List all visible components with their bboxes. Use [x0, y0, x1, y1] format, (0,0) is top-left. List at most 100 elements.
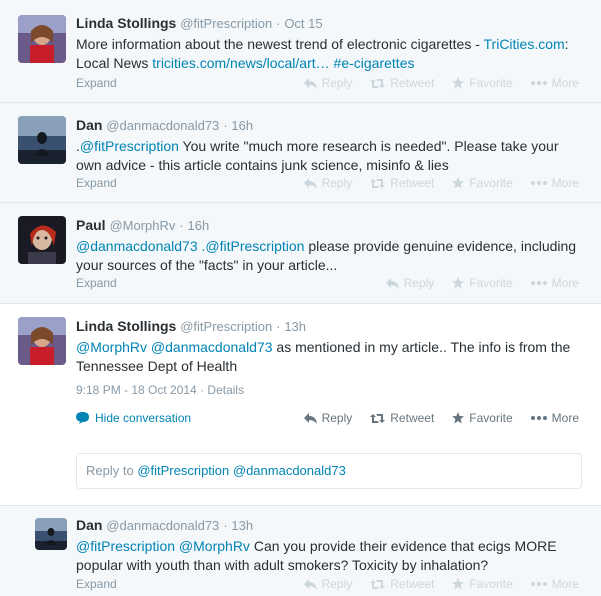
- tweet-header: Dan @danmacdonald73 · 16h: [76, 116, 587, 135]
- retweet-icon: [370, 579, 386, 589]
- more-label: More: [551, 276, 579, 290]
- reply-button[interactable]: Reply: [303, 176, 353, 190]
- fullname[interactable]: Paul: [76, 217, 106, 233]
- tweet-header: Paul @MorphRv · 16h: [76, 216, 587, 235]
- tweet-4-focused[interactable]: Linda Stollings @fitPrescription · 13h @…: [0, 304, 601, 506]
- reply-button[interactable]: Reply: [303, 577, 353, 591]
- more-dots-icon: [530, 281, 547, 285]
- reply-label: Reply: [403, 276, 435, 290]
- tweet-text: More information about the newest trend …: [76, 35, 587, 73]
- fullname[interactable]: Dan: [76, 517, 102, 533]
- tweet-2[interactable]: Dan @danmacdonald73 · 16h .@fitPrescript…: [0, 103, 601, 203]
- details-link[interactable]: Details: [207, 383, 244, 397]
- retweet-button[interactable]: Retweet: [370, 577, 434, 591]
- hide-conversation-link[interactable]: Hide conversation: [76, 411, 191, 425]
- expand-link[interactable]: Expand: [76, 176, 117, 190]
- retweet-button[interactable]: Retweet: [370, 76, 434, 90]
- mention-link[interactable]: @danmacdonald73: [147, 339, 273, 355]
- more-dots-icon: [530, 582, 547, 586]
- retweet-label: Retweet: [390, 176, 435, 190]
- retweet-label: Retweet: [390, 76, 435, 90]
- timestamp-link[interactable]: 16h: [231, 118, 253, 133]
- mention-link[interactable]: @MorphRv: [76, 339, 147, 355]
- mention-link[interactable]: @fitPrescription: [80, 138, 179, 154]
- screenname[interactable]: @danmacdonald73: [106, 118, 219, 133]
- screenname[interactable]: @danmacdonald73: [106, 518, 219, 533]
- tweet-3[interactable]: Paul @MorphRv · 16h @danmacdonald73 .@fi…: [0, 203, 601, 304]
- favorite-button[interactable]: Favorite: [452, 176, 513, 190]
- tweet-actions: Reply Favorite More: [385, 276, 579, 290]
- mention-link[interactable]: @fitPrescription: [76, 538, 175, 554]
- separator: ·: [276, 319, 281, 334]
- screenname[interactable]: @fitPrescription: [180, 16, 272, 31]
- more-button[interactable]: More: [530, 577, 579, 591]
- reply-button[interactable]: Reply: [303, 411, 353, 425]
- reply-input[interactable]: Reply to @fitPrescription @danmacdonald7…: [76, 453, 582, 489]
- mention-link[interactable]: @danmacdonald73: [76, 238, 198, 254]
- tweet-text: @danmacdonald73 .@fitPrescription please…: [76, 237, 587, 275]
- favorite-button[interactable]: Favorite: [452, 76, 513, 90]
- favorite-button[interactable]: Favorite: [452, 577, 513, 591]
- reply-button[interactable]: Reply: [385, 276, 435, 290]
- reply-label: Reply: [321, 411, 353, 425]
- screenname[interactable]: @MorphRv: [109, 218, 175, 233]
- more-button[interactable]: More: [530, 411, 579, 425]
- separator: ·: [223, 518, 228, 533]
- expand-link[interactable]: Expand: [76, 577, 117, 591]
- reply-label: Reply: [321, 76, 353, 90]
- tweet-text: @fitPrescription @MorphRv Can you provid…: [76, 537, 587, 575]
- avatar[interactable]: [18, 317, 66, 365]
- reply-prefix: Reply to: [86, 463, 138, 478]
- retweet-button[interactable]: Retweet: [370, 176, 434, 190]
- fullname[interactable]: Dan: [76, 117, 102, 133]
- tweet-header: Linda Stollings @fitPrescription · Oct 1…: [76, 14, 587, 33]
- mention-link[interactable]: .@fitPrescription: [198, 238, 305, 254]
- timestamp-link[interactable]: 16h: [188, 218, 210, 233]
- expand-link[interactable]: Expand: [76, 276, 117, 290]
- reply-icon: [303, 77, 317, 89]
- tweet-actions: Reply Retweet Favorite More: [303, 577, 579, 591]
- avatar[interactable]: [35, 518, 67, 550]
- star-icon: [452, 177, 465, 189]
- more-label: More: [551, 411, 579, 425]
- more-dots-icon: [530, 81, 547, 85]
- avatar[interactable]: [18, 216, 66, 264]
- reply-button[interactable]: Reply: [303, 76, 353, 90]
- timestamp-link[interactable]: Oct 15: [284, 16, 322, 31]
- fullname[interactable]: Linda Stollings: [76, 15, 176, 31]
- favorite-button[interactable]: Favorite: [452, 276, 513, 290]
- retweet-button[interactable]: Retweet: [370, 411, 434, 425]
- hashtag-link[interactable]: #e-cigarettes: [334, 55, 415, 71]
- reply-icon: [303, 177, 317, 189]
- tweet-actions: Reply Retweet Favorite More: [303, 411, 579, 425]
- retweet-label: Retweet: [390, 577, 435, 591]
- link-tricities[interactable]: TriCities.com: [484, 36, 565, 52]
- full-timestamp: 9:18 PM - 18 Oct 2014: [76, 383, 197, 397]
- screenname[interactable]: @fitPrescription: [180, 319, 272, 334]
- favorite-label: Favorite: [469, 411, 513, 425]
- tweet-text: @MorphRv @danmacdonald73 as mentioned in…: [76, 338, 587, 376]
- tweet-1[interactable]: Linda Stollings @fitPrescription · Oct 1…: [0, 0, 601, 103]
- more-button[interactable]: More: [530, 76, 579, 90]
- star-icon: [452, 412, 465, 424]
- avatar[interactable]: [18, 116, 66, 164]
- more-dots-icon: [530, 181, 547, 185]
- tweet-actions: Reply Retweet Favorite More: [303, 76, 579, 90]
- favorite-label: Favorite: [469, 276, 513, 290]
- tweet-5-reply[interactable]: Dan @danmacdonald73 · 13h @fitPrescripti…: [0, 506, 601, 596]
- more-button[interactable]: More: [530, 276, 579, 290]
- retweet-label: Retweet: [390, 411, 435, 425]
- avatar[interactable]: [18, 15, 66, 63]
- hide-conversation-label: Hide conversation: [95, 411, 192, 425]
- timestamp-link[interactable]: 13h: [231, 518, 253, 533]
- mention-link[interactable]: @MorphRv: [175, 538, 250, 554]
- favorite-button[interactable]: Favorite: [452, 411, 513, 425]
- timestamp-link[interactable]: 13h: [284, 319, 306, 334]
- more-label: More: [551, 176, 579, 190]
- link-article-url[interactable]: tricities.com/news/local/art…: [152, 55, 329, 71]
- more-button[interactable]: More: [530, 176, 579, 190]
- reply-label: Reply: [321, 577, 353, 591]
- expand-link[interactable]: Expand: [76, 76, 117, 90]
- fullname[interactable]: Linda Stollings: [76, 318, 176, 334]
- reply-label: Reply: [321, 176, 353, 190]
